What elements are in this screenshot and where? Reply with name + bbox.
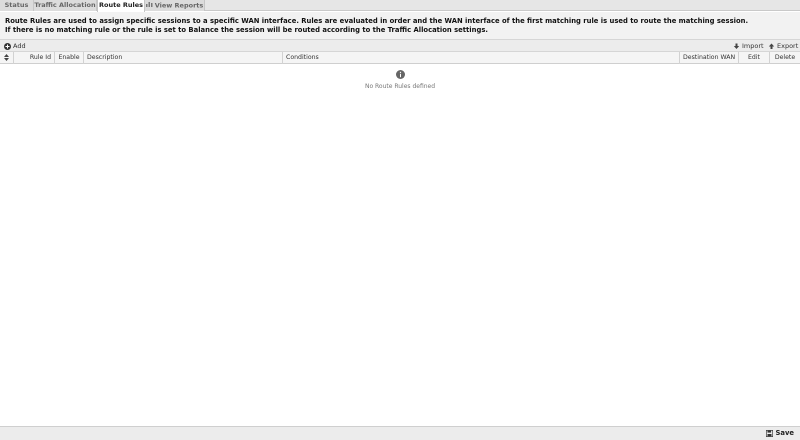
import-button[interactable]: Import	[733, 40, 764, 52]
description-line-2: If there is no matching rule or the rule…	[5, 26, 488, 34]
column-reorder[interactable]	[0, 52, 14, 64]
tab-route-rules[interactable]: Route Rules	[97, 0, 145, 12]
tab-view-reports-label: View Reports	[154, 1, 204, 10]
tab-route-rules-label: Route Rules	[98, 1, 143, 9]
column-rule-id[interactable]: Rule Id	[14, 52, 55, 64]
empty-message: No Route Rules defined	[364, 83, 436, 90]
add-button-label: Add	[13, 42, 26, 50]
export-button[interactable]: Export	[768, 40, 798, 52]
tab-traffic-allocation-label: Traffic Allocation	[34, 1, 96, 9]
tab-view-reports[interactable]: View Reports	[145, 0, 205, 11]
column-enable[interactable]: Enable	[55, 52, 84, 64]
grid-header: Rule Id Enable Description Conditions De…	[0, 52, 800, 64]
grid-toolbar: Add Import Export	[0, 39, 800, 52]
empty-state: No Route Rules defined	[0, 70, 800, 90]
info-icon	[395, 70, 405, 79]
sort-icon	[4, 53, 9, 61]
tab-bar: Status Traffic Allocation Route Rules Vi…	[0, 0, 800, 12]
tab-status[interactable]: Status	[0, 0, 34, 11]
import-button-label: Import	[742, 42, 764, 50]
save-button-label: Save	[775, 429, 794, 437]
add-button[interactable]: Add	[4, 40, 26, 52]
export-icon	[768, 43, 775, 49]
save-button[interactable]: Save	[766, 427, 794, 440]
description-line-1: Route Rules are used to assign specific …	[5, 17, 749, 25]
import-icon	[733, 43, 740, 49]
tab-traffic-allocation[interactable]: Traffic Allocation	[34, 0, 97, 11]
footer-bar: Save	[0, 426, 800, 440]
add-icon	[4, 42, 11, 50]
column-description[interactable]: Description	[84, 52, 283, 64]
export-button-label: Export	[777, 42, 799, 50]
column-delete[interactable]: Delete	[770, 52, 800, 64]
column-edit[interactable]: Edit	[739, 52, 770, 64]
column-destination-wan[interactable]: Destination WAN	[680, 52, 739, 64]
route-rules-description: Route Rules are used to assign specific …	[0, 12, 800, 39]
chart-icon	[145, 0, 153, 11]
tab-status-label: Status	[4, 1, 29, 9]
column-conditions[interactable]: Conditions	[283, 52, 680, 64]
save-icon	[766, 429, 774, 437]
